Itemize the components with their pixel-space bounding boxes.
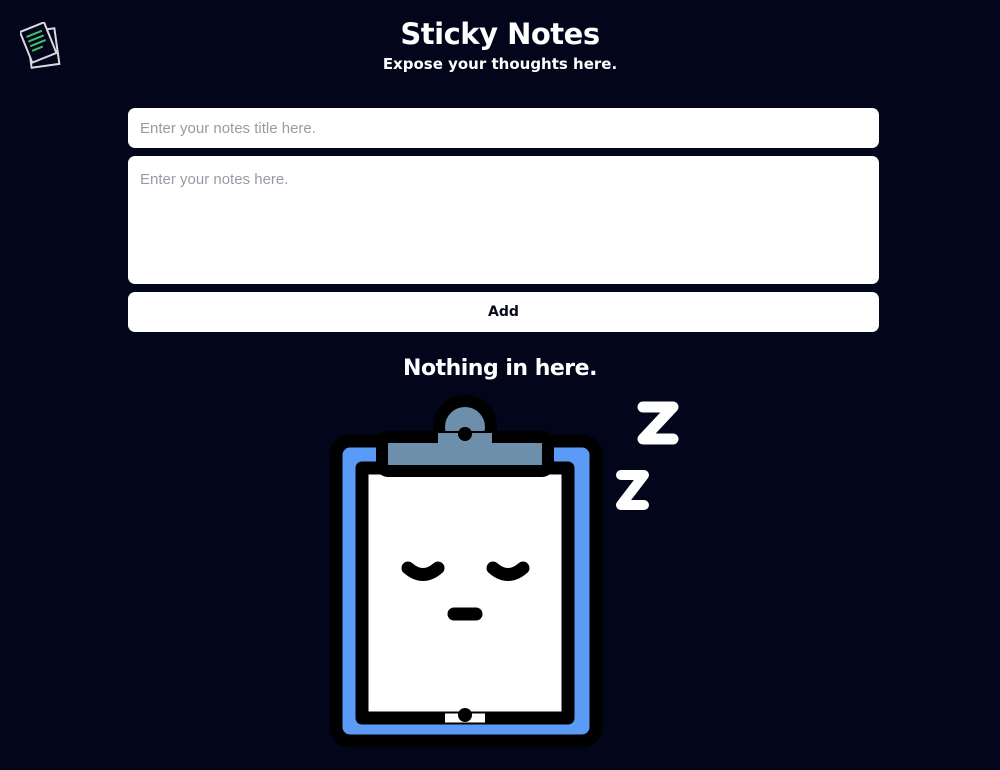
sleeping-clipboard-icon [329,395,679,748]
app-subtitle: Expose your thoughts here. [382,55,618,73]
note-form: Add [128,108,879,332]
note-title-input[interactable] [128,108,879,148]
page: Sticky Notes Expose your thoughts here. … [0,0,1000,770]
empty-state-message: Nothing in here. [403,356,597,381]
header: Sticky Notes Expose your thoughts here. [0,14,1000,74]
app-title: Sticky Notes [400,17,600,51]
add-button[interactable]: Add [128,292,879,332]
note-body-textarea[interactable] [128,156,879,284]
